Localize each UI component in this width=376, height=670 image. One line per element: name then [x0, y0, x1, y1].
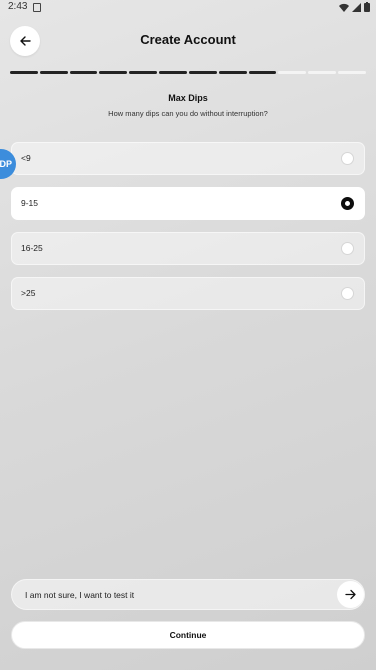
question-title: Max Dips — [168, 93, 208, 103]
progress-segment — [159, 71, 187, 74]
progress-segment — [218, 71, 247, 74]
signal-icon — [352, 2, 361, 12]
wifi-icon — [339, 3, 349, 12]
option-label: 16-25 — [21, 243, 43, 253]
progress-segment — [99, 71, 128, 74]
notification-icon — [33, 3, 41, 12]
page-title: Create Account — [140, 32, 236, 47]
not-sure-label: I am not sure, I want to test it — [25, 590, 135, 600]
progress-bar — [10, 71, 366, 75]
progress-segment — [69, 71, 98, 74]
continue-button[interactable]: Continue — [11, 621, 365, 649]
option-row[interactable]: >25 — [11, 277, 365, 310]
options-list: <9 9-15 16-25 >25 — [11, 142, 365, 322]
option-label: >25 — [21, 288, 36, 298]
battery-icon — [364, 2, 370, 12]
status-time: 2:43 — [8, 1, 28, 12]
progress-segment — [308, 71, 337, 74]
radio-button[interactable] — [341, 152, 354, 165]
progress-segment — [39, 71, 68, 74]
progress-segment — [338, 71, 366, 74]
option-label: <9 — [21, 153, 31, 163]
side-tab-label: DP — [0, 159, 12, 169]
progress-segment — [278, 71, 307, 74]
progress-segment — [248, 71, 277, 74]
progress-segment — [10, 71, 38, 74]
option-row[interactable]: 9-15 — [11, 187, 365, 220]
arrow-right-icon — [345, 589, 356, 600]
header: Create Account — [0, 24, 376, 58]
option-row[interactable]: <9 — [11, 142, 365, 175]
radio-button[interactable] — [341, 242, 354, 255]
status-icons — [339, 2, 370, 12]
progress-segment — [188, 71, 217, 74]
progress-segment — [129, 71, 158, 74]
radio-button[interactable] — [341, 197, 354, 210]
question-subtitle: How many dips can you do without interru… — [108, 109, 268, 118]
option-label: 9-15 — [21, 198, 39, 208]
not-sure-arrow-button[interactable] — [337, 581, 364, 608]
option-row[interactable]: 16-25 — [11, 232, 365, 265]
not-sure-option[interactable]: I am not sure, I want to test it — [11, 579, 365, 610]
status-bar: 2:43 — [0, 0, 376, 14]
radio-button[interactable] — [341, 287, 354, 300]
